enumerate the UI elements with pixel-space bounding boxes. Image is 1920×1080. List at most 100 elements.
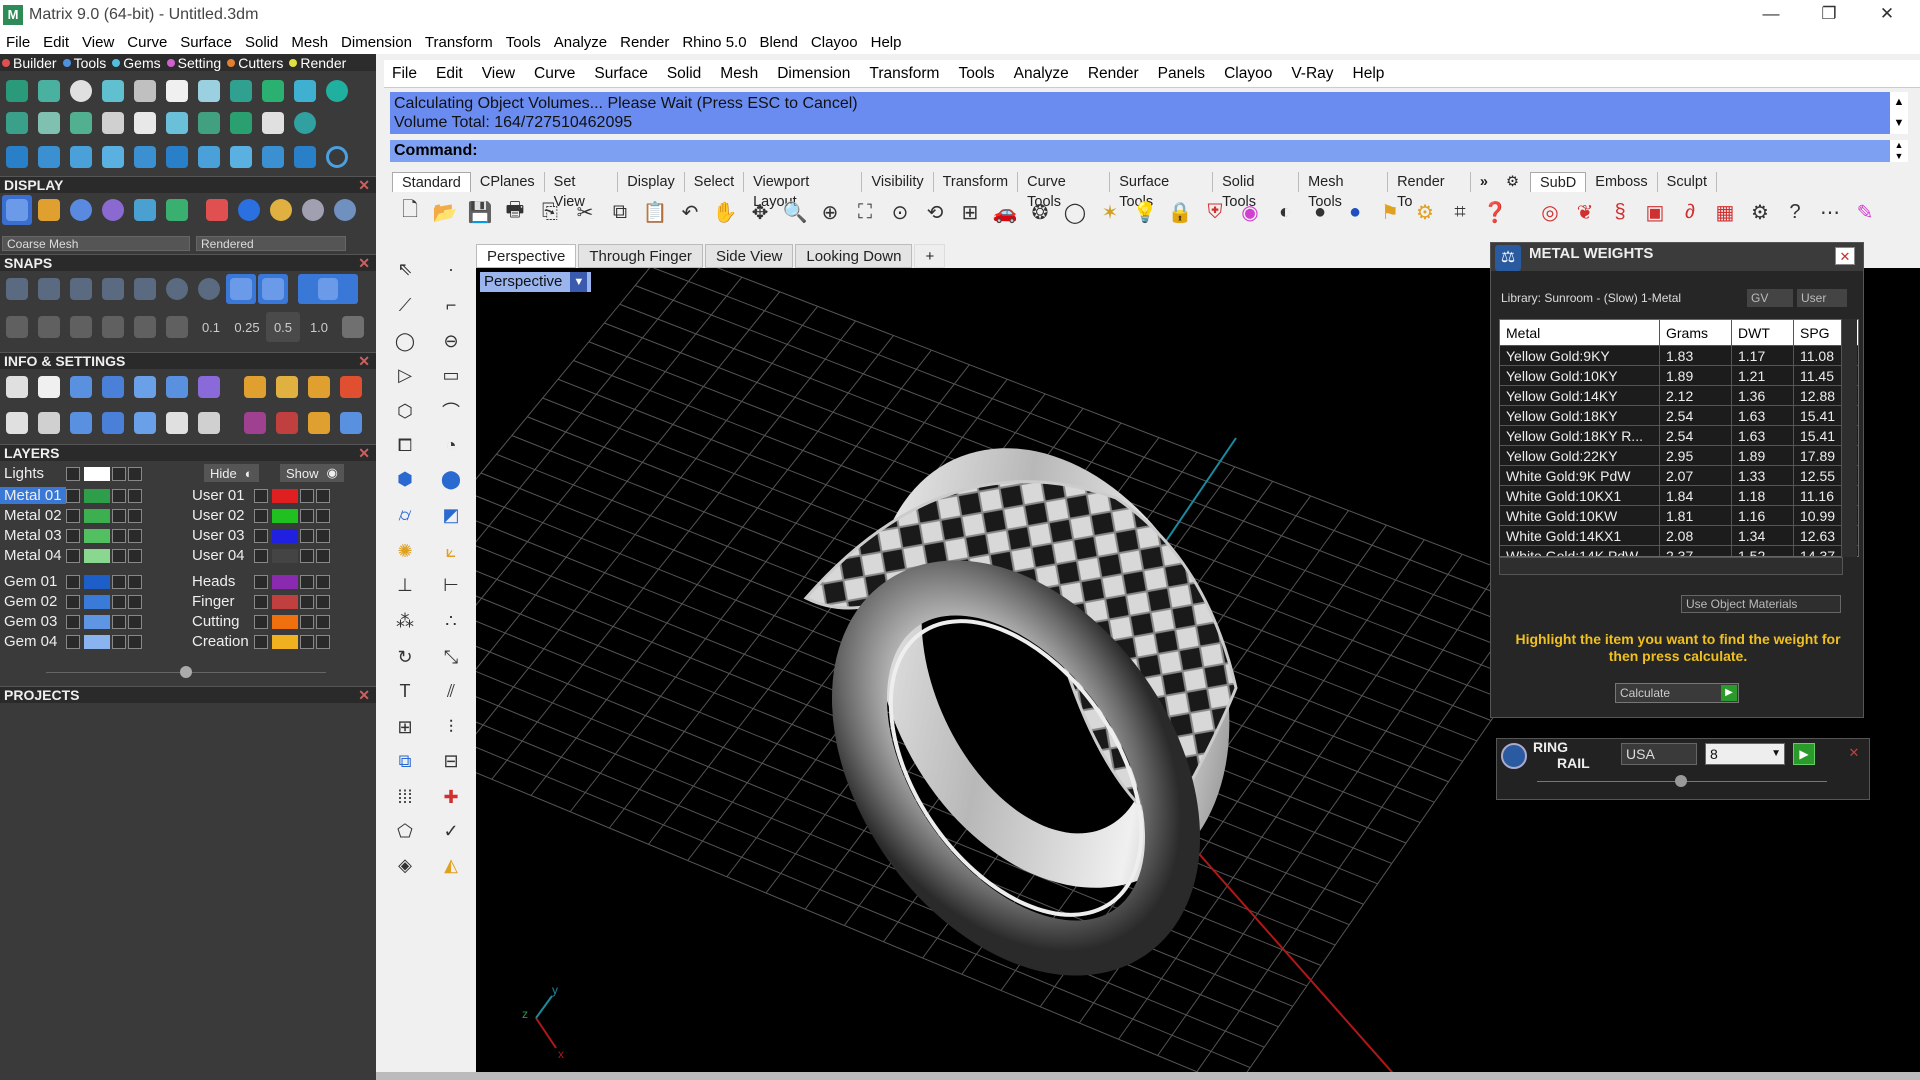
expand-arrow-icon[interactable] bbox=[66, 548, 80, 563]
layer-color-swatch[interactable] bbox=[272, 488, 298, 503]
visibility-icon[interactable] bbox=[128, 508, 142, 523]
zoom-icon[interactable] bbox=[34, 372, 64, 402]
lock-icon[interactable] bbox=[112, 466, 126, 481]
play-icon[interactable]: ▶ bbox=[1721, 685, 1737, 701]
tab-mesh-tools[interactable]: Mesh Tools bbox=[1299, 172, 1389, 210]
info-tool-icon[interactable] bbox=[130, 372, 160, 402]
layer-color-swatch[interactable] bbox=[84, 528, 110, 543]
save-icon[interactable]: 💾 bbox=[466, 198, 494, 226]
tab-solid-tools[interactable]: Solid Tools bbox=[1213, 172, 1300, 210]
layer-color-swatch[interactable] bbox=[84, 466, 110, 481]
layer-color-swatch[interactable] bbox=[272, 548, 298, 563]
tab-tools[interactable]: Tools bbox=[62, 55, 106, 71]
close-icon[interactable]: ✕ bbox=[358, 177, 370, 194]
lock-icon[interactable] bbox=[300, 528, 314, 543]
builder-tool-icon[interactable] bbox=[66, 108, 96, 138]
expand-arrow-icon[interactable] bbox=[254, 574, 268, 589]
info-tool-icon[interactable] bbox=[336, 408, 366, 438]
table-row[interactable]: Yellow Gold:9KY 1.83 1.17 11.08 bbox=[1500, 346, 1858, 366]
cylinder-icon[interactable]: ⌭ bbox=[392, 502, 418, 528]
tab-select[interactable]: Select bbox=[685, 172, 745, 192]
expand-arrow-icon[interactable] bbox=[254, 528, 268, 543]
expand-arrow-icon[interactable] bbox=[66, 614, 80, 629]
snap-mid-icon[interactable] bbox=[66, 274, 96, 304]
visibility-icon[interactable] bbox=[316, 574, 330, 589]
info-tool-icon[interactable] bbox=[98, 408, 128, 438]
builder-tool-icon[interactable] bbox=[226, 142, 256, 172]
builder-tool-icon[interactable] bbox=[2, 142, 32, 172]
expand-arrow-icon[interactable] bbox=[66, 466, 80, 481]
tab-builder[interactable]: Builder bbox=[2, 55, 57, 71]
layer-row[interactable]: Gem 03 bbox=[0, 612, 144, 631]
layer-name[interactable]: Metal 04 bbox=[0, 547, 66, 564]
visibility-icon[interactable] bbox=[316, 548, 330, 563]
menu-surface[interactable]: Surface bbox=[180, 34, 232, 51]
info-tool-icon[interactable] bbox=[194, 408, 224, 438]
menu-analyze[interactable]: Analyze bbox=[554, 34, 607, 51]
layer-row[interactable]: Gem 04 bbox=[0, 632, 144, 651]
tab-setting[interactable]: Setting bbox=[166, 55, 221, 71]
dimension-icon[interactable]: ⟀ bbox=[438, 538, 464, 564]
builder-tool-icon[interactable] bbox=[98, 76, 128, 106]
rhino-menu-transform[interactable]: Transform bbox=[869, 65, 939, 83]
builder-tool-icon[interactable] bbox=[98, 108, 128, 138]
group-icon[interactable]: ⁂ bbox=[392, 608, 418, 634]
arc-icon[interactable]: ⌒ bbox=[438, 398, 464, 424]
info-tool-icon[interactable] bbox=[272, 408, 302, 438]
rhino-menu-render[interactable]: Render bbox=[1088, 65, 1139, 83]
subd-tool-icon[interactable]: ⚙ bbox=[1746, 198, 1774, 226]
close-icon[interactable]: ✕ bbox=[1835, 247, 1855, 265]
builder-tool-icon[interactable] bbox=[130, 142, 160, 172]
expand-arrow-icon[interactable] bbox=[66, 528, 80, 543]
table-vertical-scrollbar[interactable] bbox=[1841, 319, 1857, 557]
layer-name[interactable]: User 04 bbox=[188, 547, 254, 564]
menu-edit[interactable]: Edit bbox=[43, 34, 69, 51]
snap-option-icon[interactable] bbox=[130, 312, 160, 342]
menu-mesh[interactable]: Mesh bbox=[291, 34, 328, 51]
user-toggle[interactable]: User bbox=[1797, 289, 1847, 307]
expand-arrow-icon[interactable] bbox=[254, 548, 268, 563]
layers-section-header[interactable]: LAYERS ✕ bbox=[0, 444, 376, 461]
rotate-icon[interactable]: ↻ bbox=[392, 644, 418, 670]
ring-size-standard-dropdown[interactable]: USA bbox=[1621, 743, 1697, 765]
material-icon[interactable]: ❂ bbox=[1026, 198, 1054, 226]
menu-file[interactable]: File bbox=[6, 34, 30, 51]
close-icon[interactable]: ✕ bbox=[358, 353, 370, 370]
lights-layer-row[interactable]: Lights bbox=[0, 464, 144, 483]
layer-color-swatch[interactable] bbox=[272, 528, 298, 543]
check-icon[interactable]: ✓ bbox=[438, 818, 464, 844]
viewport-tab-looking-down[interactable]: Looking Down bbox=[795, 244, 913, 268]
layer-row[interactable]: Metal 01 bbox=[0, 486, 144, 505]
snap-grid-icon[interactable] bbox=[2, 274, 32, 304]
cage-icon[interactable]: ⊟ bbox=[438, 748, 464, 774]
projects-section-header[interactable]: PROJECTS ✕ bbox=[0, 686, 376, 703]
menu-dimension[interactable]: Dimension bbox=[341, 34, 412, 51]
builder-tool-icon[interactable] bbox=[130, 108, 160, 138]
info-tool-icon[interactable] bbox=[194, 372, 224, 402]
menu-view[interactable]: View bbox=[82, 34, 114, 51]
snap-option-icon[interactable] bbox=[162, 312, 192, 342]
tab-standard[interactable]: Standard bbox=[392, 172, 471, 192]
table-row[interactable]: Yellow Gold:18KY 2.54 1.63 15.41 bbox=[1500, 406, 1858, 426]
rhino-menu-clayoo[interactable]: Clayoo bbox=[1224, 65, 1272, 83]
point-icon[interactable]: · bbox=[438, 256, 464, 282]
viewport-grid-icon[interactable]: ⊞ bbox=[956, 198, 984, 226]
layer-name[interactable]: Metal 03 bbox=[0, 527, 66, 544]
builder-tool-icon[interactable] bbox=[258, 108, 288, 138]
builder-tool-icon[interactable] bbox=[290, 76, 320, 106]
circle-tool-icon[interactable] bbox=[322, 142, 352, 172]
render-icon[interactable]: ⧉ bbox=[392, 748, 418, 774]
info-tool-icon[interactable] bbox=[162, 372, 192, 402]
info-tool-icon[interactable] bbox=[240, 372, 270, 402]
scale-icon[interactable]: ⤡ bbox=[438, 644, 464, 670]
snap-value-0-5[interactable]: 0.5 bbox=[266, 312, 300, 342]
ring-rail-slider-thumb[interactable] bbox=[1675, 775, 1687, 787]
analyze-icon[interactable]: ⬠ bbox=[392, 818, 418, 844]
layer-name[interactable]: Finger bbox=[188, 593, 254, 610]
tab-curve-tools[interactable]: Curve Tools bbox=[1018, 172, 1111, 210]
viewport-tab-perspective[interactable]: Perspective bbox=[476, 244, 577, 268]
rhino-menu-edit[interactable]: Edit bbox=[436, 65, 463, 83]
viewport-label[interactable]: Perspective ▼ bbox=[480, 272, 592, 292]
subd-sphere-icon[interactable]: ◎ bbox=[1536, 198, 1564, 226]
layer-name[interactable]: Cutting bbox=[188, 613, 254, 630]
